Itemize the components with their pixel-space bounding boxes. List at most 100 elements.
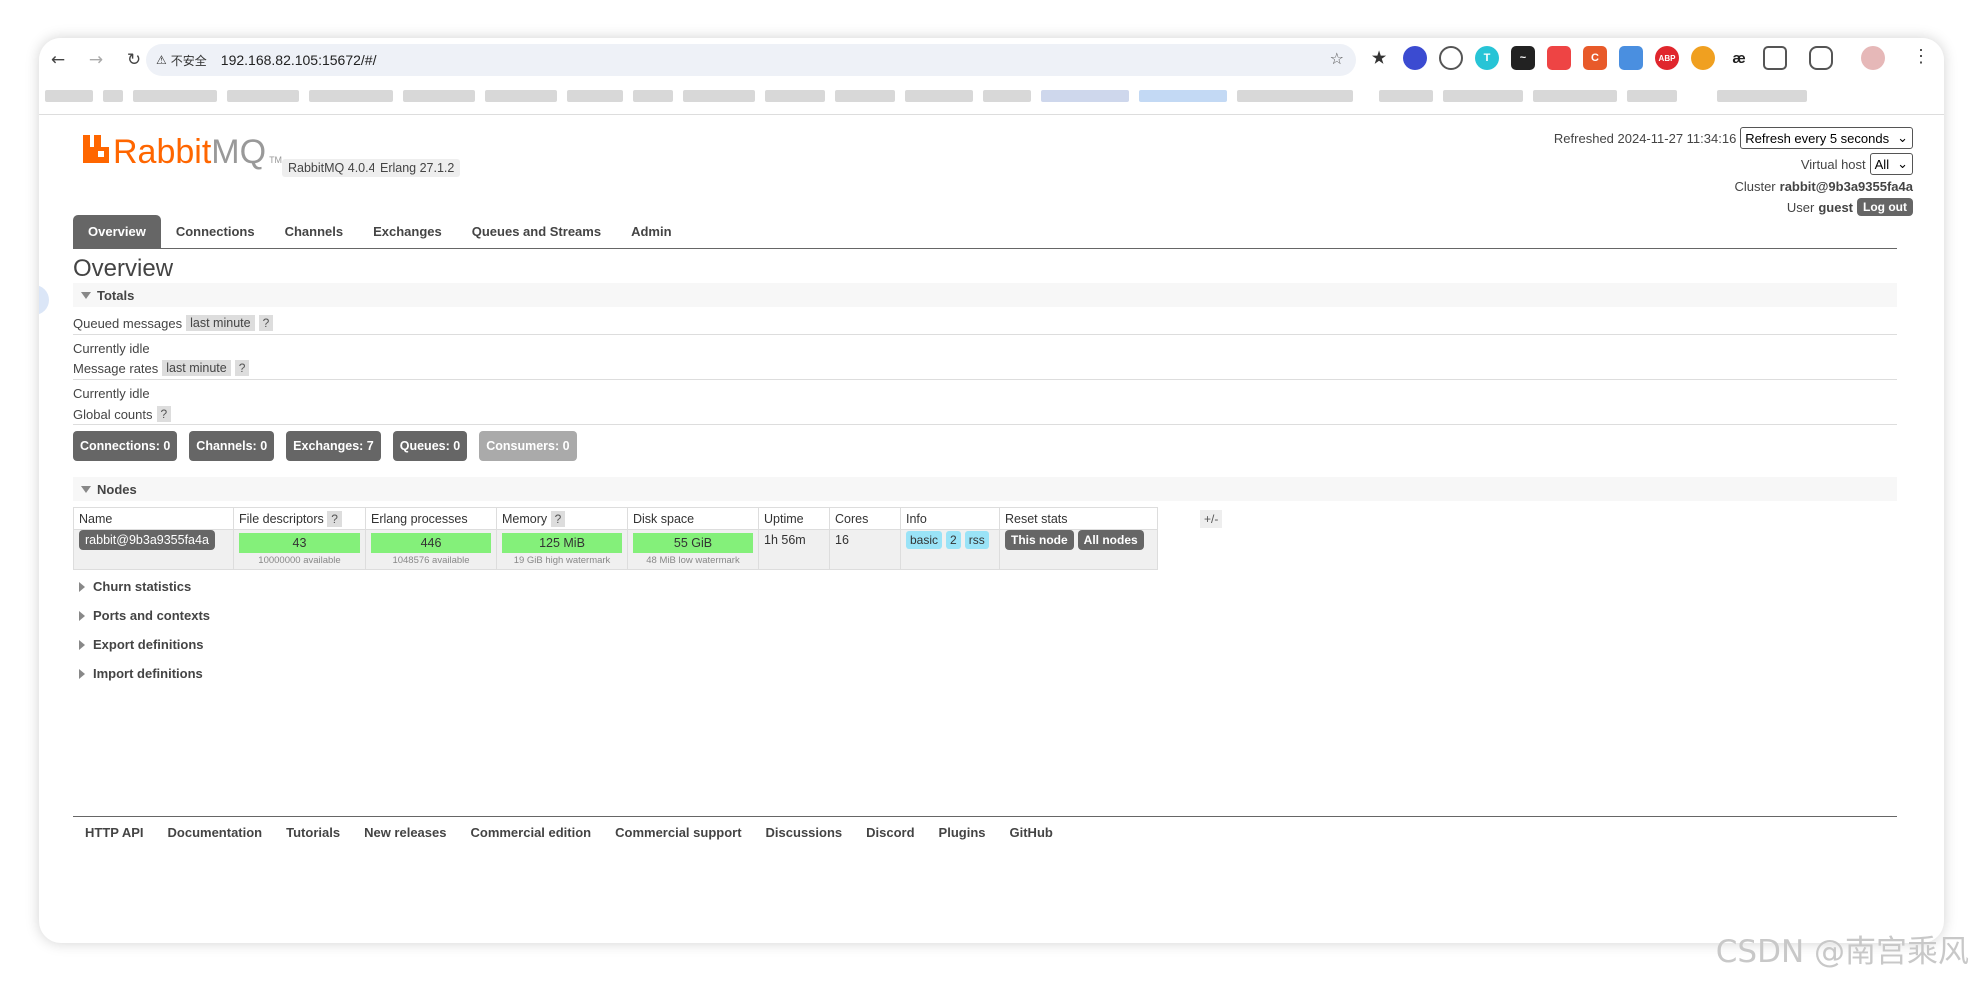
logo-mq-text: MQ xyxy=(211,133,267,171)
screenshot-icon[interactable] xyxy=(1809,46,1833,70)
footer-link-discussions[interactable]: Discussions xyxy=(766,825,843,840)
section-label: Import definitions xyxy=(93,666,203,681)
table-header-row: Name File descriptors ? Erlang processes… xyxy=(73,507,1158,530)
watermark-text: CSDN @南宫乘风 xyxy=(1715,934,1969,970)
global-counts-label: Global counts xyxy=(73,406,153,422)
bookmark-star-icon[interactable]: ☆ xyxy=(1330,49,1344,68)
tab-exchanges[interactable]: Exchanges xyxy=(358,215,457,248)
help-button[interactable]: ? xyxy=(258,315,274,331)
column-header-erlang-processes: Erlang processes xyxy=(365,507,497,530)
export-definitions-section[interactable]: Export definitions xyxy=(79,637,204,652)
puzzle-icon[interactable] xyxy=(1763,46,1787,70)
reset-all-nodes-button[interactable]: All nodes xyxy=(1077,530,1144,550)
top-right-info: Refreshed 2024-11-27 11:34:16 Refresh ev… xyxy=(1554,127,1913,220)
help-button[interactable]: ? xyxy=(156,406,172,422)
column-header-file-descriptors: File descriptors ? xyxy=(233,507,366,530)
extension-icon[interactable] xyxy=(1403,46,1427,70)
exchanges-count-button[interactable]: Exchanges: 7 xyxy=(286,431,381,461)
extension-icon[interactable] xyxy=(1439,46,1463,70)
erlang-processes-cell: 446 1048576 available xyxy=(365,529,497,570)
file-descriptors-cell: 43 10000000 available xyxy=(233,529,366,570)
footer-link-tutorials[interactable]: Tutorials xyxy=(286,825,340,840)
column-header-reset-stats: Reset stats xyxy=(999,507,1158,530)
footer-link-commercial-edition[interactable]: Commercial edition xyxy=(470,825,591,840)
triangle-down-icon xyxy=(81,485,91,493)
forward-button[interactable]: → xyxy=(77,41,115,79)
uptime-cell: 1h 56m xyxy=(758,529,830,570)
refresh-select[interactable]: Refresh every 5 seconds ⌄ xyxy=(1740,127,1913,149)
global-counts-row: Global counts ? xyxy=(73,406,172,422)
browser-window: ← → ↻ ⚠ 不安全 192.168.82.105:15672/#/ ☆ ★ T… xyxy=(39,38,1944,943)
queued-range-selector[interactable]: last minute xyxy=(186,315,255,331)
adblock-icon[interactable]: ABP xyxy=(1655,46,1679,70)
section-label: Ports and contexts xyxy=(93,608,211,623)
disk-space-cell: 55 GiB 48 MiB low watermark xyxy=(627,529,759,570)
channels-count-button[interactable]: Channels: 0 xyxy=(189,431,275,461)
footer-link-discord[interactable]: Discord xyxy=(866,825,914,840)
nodes-section-header[interactable]: Nodes xyxy=(73,477,1897,501)
security-warning[interactable]: ⚠ 不安全 xyxy=(156,52,207,69)
extension-icon[interactable]: æ xyxy=(1727,46,1751,70)
consumers-count-button[interactable]: Consumers: 0 xyxy=(479,431,577,461)
footer-link-commercial-support[interactable]: Commercial support xyxy=(615,825,741,840)
memory-watermark: 19 GiB high watermark xyxy=(513,555,611,566)
address-bar[interactable]: ⚠ 不安全 192.168.82.105:15672/#/ ☆ xyxy=(146,44,1356,76)
tab-admin[interactable]: Admin xyxy=(616,215,686,248)
rabbitmq-logo-icon xyxy=(83,135,109,163)
bookmarks-icon[interactable]: ★ xyxy=(1367,46,1391,70)
import-definitions-section[interactable]: Import definitions xyxy=(79,666,203,681)
footer-link-github[interactable]: GitHub xyxy=(1010,825,1053,840)
totals-heading: Totals xyxy=(97,287,135,303)
info-badge-rss[interactable]: rss xyxy=(964,531,989,549)
rabbitmq-logo[interactable]: Rabbit MQ TM xyxy=(83,133,282,172)
refreshed-label: Refreshed 2024-11-27 11:34:16 xyxy=(1553,130,1737,146)
reset-this-node-button[interactable]: This node xyxy=(1005,530,1074,550)
totals-section-header[interactable]: Totals xyxy=(73,283,1897,307)
back-button[interactable]: ← xyxy=(39,41,77,79)
extension-icon[interactable]: C xyxy=(1583,46,1607,70)
avatar[interactable] xyxy=(1861,46,1885,70)
node-name-link[interactable]: rabbit@9b3a9355fa4a xyxy=(79,530,215,550)
extension-icon[interactable]: ~ xyxy=(1511,46,1535,70)
column-header-uptime: Uptime xyxy=(758,507,830,530)
main-tabs: Overview Connections Channels Exchanges … xyxy=(73,215,1897,249)
queues-count-button[interactable]: Queues: 0 xyxy=(392,431,468,461)
tab-queues-and-streams[interactable]: Queues and Streams xyxy=(457,215,616,248)
help-button[interactable]: ? xyxy=(327,510,342,527)
disk-watermark: 48 MiB low watermark xyxy=(646,555,740,566)
menu-icon[interactable]: ⋮ xyxy=(1912,46,1930,67)
chevron-down-icon: ⌄ xyxy=(1897,156,1908,171)
queued-messages-label: Queued messages xyxy=(73,315,183,331)
ports-and-contexts-section[interactable]: Ports and contexts xyxy=(79,608,210,623)
logout-button[interactable]: Log out xyxy=(1857,198,1913,216)
extension-icon[interactable] xyxy=(1547,46,1571,70)
footer-link-plugins[interactable]: Plugins xyxy=(939,825,986,840)
tab-connections[interactable]: Connections xyxy=(161,215,270,248)
connections-count-button[interactable]: Connections: 0 xyxy=(73,431,178,461)
help-button[interactable]: ? xyxy=(550,510,566,527)
cluster-value: rabbit@9b3a9355fa4a xyxy=(1779,179,1913,194)
tab-channels[interactable]: Channels xyxy=(270,215,359,248)
erlang-processes-available: 1048576 available xyxy=(392,555,470,566)
tab-overview[interactable]: Overview xyxy=(73,215,161,248)
url-text: 192.168.82.105:15672/#/ xyxy=(220,52,377,68)
help-button[interactable]: ? xyxy=(234,360,250,376)
info-badge-count[interactable]: 2 xyxy=(946,531,961,549)
footer-link-new-releases[interactable]: New releases xyxy=(364,825,446,840)
table-row: rabbit@9b3a9355fa4a 43 10000000 available… xyxy=(73,529,1158,570)
column-toggle-button[interactable]: +/- xyxy=(1200,510,1223,528)
side-panel-tab[interactable] xyxy=(39,285,49,315)
extension-icon[interactable]: T xyxy=(1475,46,1499,70)
rates-idle-text: Currently idle xyxy=(73,386,150,401)
vhost-select[interactable]: All ⌄ xyxy=(1869,153,1913,175)
extension-icon[interactable] xyxy=(1691,46,1715,70)
triangle-right-icon xyxy=(79,639,85,650)
section-label: Export definitions xyxy=(93,637,204,652)
footer-link-documentation[interactable]: Documentation xyxy=(168,825,263,840)
extension-icon[interactable] xyxy=(1619,46,1643,70)
chevron-down-icon: ⌄ xyxy=(1897,130,1908,145)
rates-range-selector[interactable]: last minute xyxy=(162,360,231,376)
footer-link-http-api[interactable]: HTTP API xyxy=(85,825,144,840)
info-badge-basic[interactable]: basic xyxy=(906,531,943,549)
churn-statistics-section[interactable]: Churn statistics xyxy=(79,579,191,594)
